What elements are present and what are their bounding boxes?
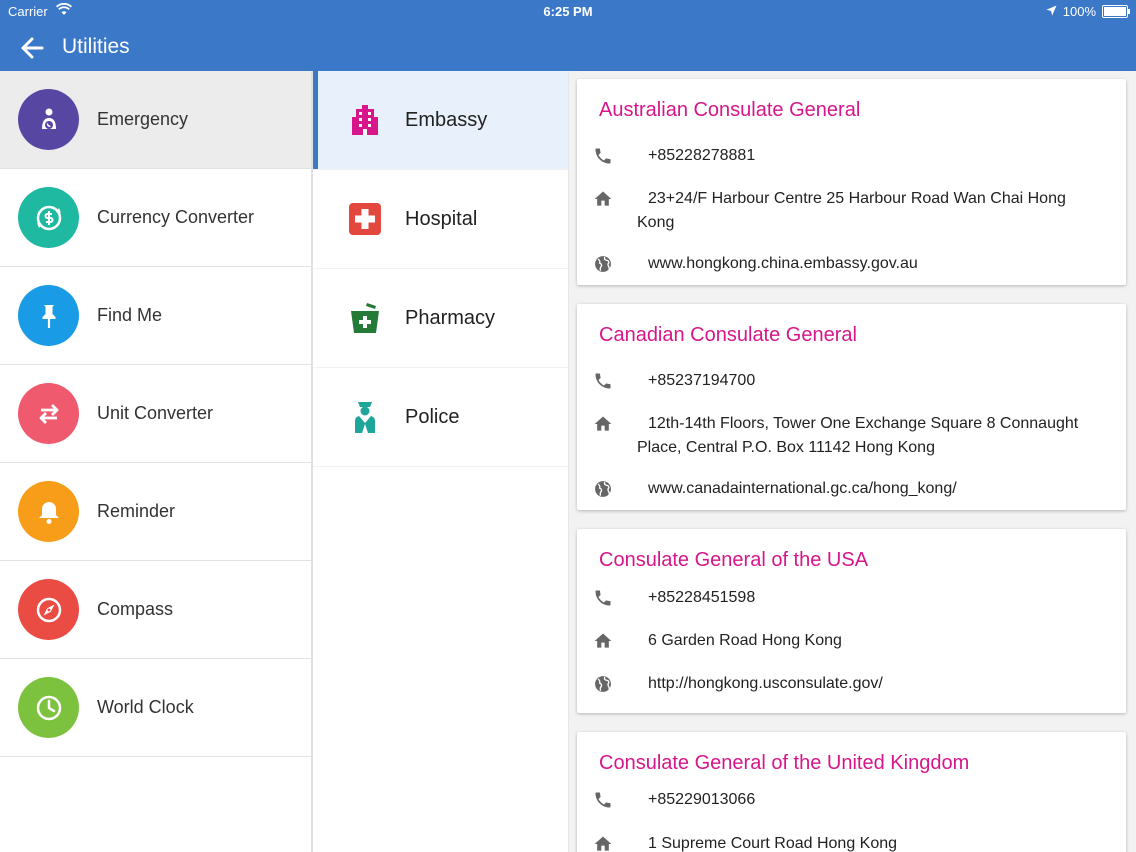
- subcategory-pharmacy[interactable]: Pharmacy: [313, 269, 568, 368]
- embassy-website[interactable]: www.hongkong.china.embassy.gov.au: [637, 252, 918, 276]
- status-bar: Carrier 6:25 PM 100%: [0, 0, 1136, 24]
- phone-icon: [591, 144, 615, 168]
- status-time: 6:25 PM: [543, 4, 593, 19]
- app-header: Carrier 6:25 PM 100% Utilities: [0, 0, 1136, 71]
- hospital-cross-icon: [347, 201, 383, 237]
- swap-arrows-icon: [18, 383, 79, 444]
- embassy-address: 12th-14th Floors, Tower One Exchange Squ…: [637, 415, 1079, 456]
- category-compass[interactable]: Compass: [0, 561, 311, 659]
- category-emergency[interactable]: Emergency: [0, 71, 311, 169]
- embassy-address: 6 Garden Road Hong Kong: [648, 632, 842, 649]
- embassy-address: 1 Supreme Court Road Hong Kong: [648, 835, 898, 852]
- embassy-phone[interactable]: +85229013066: [637, 788, 755, 812]
- battery-icon: [1102, 5, 1130, 18]
- phone-icon: [591, 369, 615, 393]
- subcategory-police[interactable]: Police: [313, 368, 568, 467]
- emergency-icon: [18, 89, 79, 150]
- nav-bar: Utilities: [0, 24, 1136, 71]
- phone-icon: [591, 788, 615, 812]
- home-icon: [591, 832, 615, 852]
- subcategory-embassy[interactable]: Embassy: [313, 71, 568, 170]
- category-label: Compass: [97, 599, 174, 619]
- embassy-card[interactable]: Consulate General of the USA +8522845159…: [577, 529, 1126, 713]
- embassy-phone[interactable]: +85237194700: [637, 369, 755, 393]
- category-reminder[interactable]: Reminder: [0, 463, 311, 561]
- embassy-list: Australian Consulate General +8522827888…: [569, 71, 1136, 852]
- back-arrow-icon[interactable]: [18, 34, 46, 62]
- embassy-card[interactable]: Australian Consulate General +8522827888…: [577, 79, 1126, 285]
- embassy-name: Australian Consulate General: [599, 99, 861, 121]
- category-label: World Clock: [97, 697, 194, 717]
- category-label: Unit Converter: [97, 403, 214, 423]
- subcategory-list: Embassy Hospital Pharmacy Police: [313, 71, 569, 852]
- embassy-card[interactable]: Consulate General of the United Kingdom …: [577, 732, 1126, 852]
- category-world-clock[interactable]: World Clock: [0, 659, 311, 757]
- building-icon: [347, 102, 383, 138]
- battery-percent: 100%: [1062, 4, 1096, 19]
- clock-icon: [18, 677, 79, 738]
- category-currency-converter[interactable]: Currency Converter: [0, 169, 311, 267]
- embassy-website[interactable]: www.canadainternational.gc.ca/hong_kong/: [637, 477, 957, 501]
- embassy-phone[interactable]: +85228451598: [637, 586, 755, 610]
- category-label: Currency Converter: [97, 207, 255, 227]
- subcategory-label: Embassy: [405, 108, 488, 131]
- embassy-name: Consulate General of the United Kingdom: [599, 752, 970, 774]
- subcategory-label: Pharmacy: [405, 306, 496, 329]
- subcategory-label: Police: [405, 405, 460, 428]
- subcategory-label: Hospital: [405, 207, 478, 230]
- globe-icon: [591, 477, 615, 501]
- category-label: Find Me: [97, 305, 163, 325]
- home-icon: [591, 629, 615, 653]
- compass-icon: [18, 579, 79, 640]
- category-list: Emergency Currency Converter Find Me Uni…: [0, 71, 313, 852]
- page-title: Utilities: [62, 35, 130, 58]
- currency-icon: [18, 187, 79, 248]
- embassy-name: Consulate General of the USA: [599, 549, 869, 571]
- embassy-card[interactable]: Canadian Consulate General +85237194700 …: [577, 304, 1126, 510]
- embassy-name: Canadian Consulate General: [599, 324, 857, 346]
- embassy-address: 23+24/F Harbour Centre 25 Harbour Road W…: [637, 190, 1066, 231]
- home-icon: [591, 412, 615, 436]
- embassy-website[interactable]: http://hongkong.usconsulate.gov/: [637, 672, 883, 696]
- phone-icon: [591, 586, 615, 610]
- subcategory-hospital[interactable]: Hospital: [313, 170, 568, 269]
- category-unit-converter[interactable]: Unit Converter: [0, 365, 311, 463]
- embassy-phone[interactable]: +85228278881: [637, 144, 755, 168]
- globe-icon: [591, 252, 615, 276]
- location-arrow-icon: [1046, 4, 1057, 19]
- globe-icon: [591, 672, 615, 696]
- category-label: Reminder: [97, 501, 176, 521]
- pharmacy-icon: [347, 300, 383, 336]
- bell-icon: [18, 481, 79, 542]
- category-label: Emergency: [97, 109, 189, 129]
- police-icon: [347, 399, 383, 435]
- category-find-me[interactable]: Find Me: [0, 267, 311, 365]
- pin-icon: [18, 285, 79, 346]
- home-icon: [591, 187, 615, 211]
